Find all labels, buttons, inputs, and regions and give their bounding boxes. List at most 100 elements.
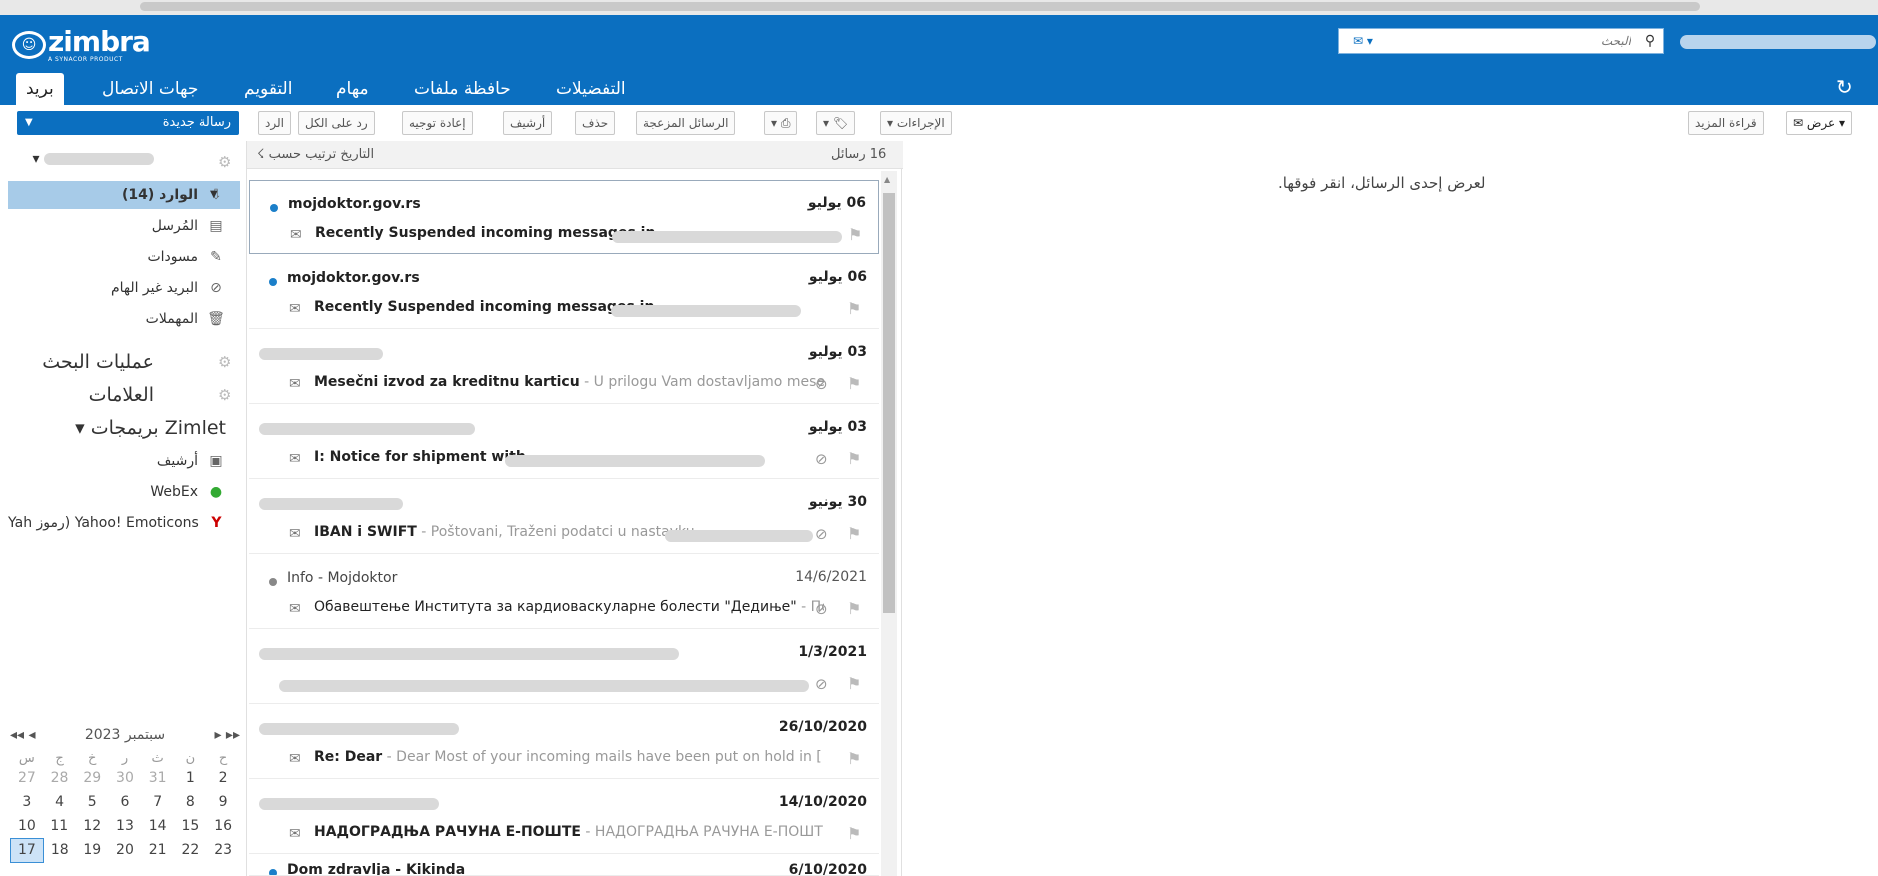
reply-button[interactable]: الرد xyxy=(258,111,291,135)
calendar-day[interactable]: 2 xyxy=(207,766,240,790)
search-input[interactable] xyxy=(1387,34,1637,48)
list-item[interactable]: 26/10/2020 ✉ Re: Dear - Dear Most of you… xyxy=(249,705,879,779)
user-name-redacted[interactable] xyxy=(1680,35,1876,49)
calendar-day[interactable]: 30 xyxy=(109,766,142,790)
scroll-up-icon[interactable]: ▲ xyxy=(884,175,890,184)
tab-calendar[interactable]: التقويم xyxy=(234,73,302,105)
list-item[interactable]: Dom zdravlja - Kikinda 6/10/2020 xyxy=(249,855,879,876)
chevron-down-icon[interactable]: ▼ xyxy=(25,111,33,135)
sidebar-item-yahoo-emoticons[interactable]: Y Yahoo! Emoticons (رموز Yah xyxy=(8,509,240,537)
read-more-button[interactable]: قراءة المزيد xyxy=(1688,111,1764,135)
tab-briefcase[interactable]: حافظة ملفات xyxy=(404,73,521,105)
list-item[interactable]: Info - Mojdoktor 14/6/2021 ✉ Обавештење … xyxy=(249,555,879,629)
calendar-day[interactable]: 9 xyxy=(207,790,240,814)
zimbra-logo[interactable]: ☺ zimbra A SYNACOR PRODUCT xyxy=(12,25,151,65)
calendar-day[interactable]: 23 xyxy=(207,838,240,862)
folders-section-header[interactable]: ▾ xyxy=(0,151,246,177)
flag-icon[interactable]: ⚑ xyxy=(847,524,861,543)
tab-contacts[interactable]: جهات الاتصال xyxy=(92,73,208,105)
chevron-down-icon[interactable]: ▼ xyxy=(210,181,218,209)
message-date: 03 يوليو xyxy=(808,344,867,360)
sidebar-item-sent[interactable]: ▤ المُرسل xyxy=(8,212,240,240)
sidebar-item-junk[interactable]: ⊘ البريد غير الهام xyxy=(8,274,240,302)
prev-year-button[interactable]: ◂◂ ◂ xyxy=(10,727,36,743)
tag-dropdown[interactable]: 🏷 ▾ xyxy=(816,111,856,135)
list-item[interactable]: 03 يوليو ✉ I: Notice for shipment with ⊘… xyxy=(249,405,879,479)
list-item[interactable]: mojdoktor.gov.rs 06 يوليو ✉ Recently Sus… xyxy=(249,180,879,254)
archive-button[interactable]: أرشيف xyxy=(503,111,553,135)
tags-section-header[interactable]: العلامات xyxy=(0,384,246,410)
calendar-day[interactable]: 18 xyxy=(43,838,76,862)
calendar-day[interactable]: 15 xyxy=(174,814,207,838)
calendar-day[interactable]: 3 xyxy=(11,790,44,814)
calendar-day[interactable]: 12 xyxy=(76,814,109,838)
sidebar-item-webex[interactable]: ● WebEx xyxy=(8,478,240,506)
gear-icon[interactable]: ⚙ xyxy=(218,353,231,371)
calendar-day[interactable]: 13 xyxy=(109,814,142,838)
sort-by-button[interactable]: التاريخ ترتيب حسب ☇ xyxy=(257,147,374,162)
searches-section-header[interactable]: عمليات البحث xyxy=(0,351,246,377)
print-dropdown[interactable]: ⎙ ▾ xyxy=(764,111,798,135)
calendar-day[interactable]: 1 xyxy=(174,766,207,790)
calendar-day[interactable]: 28 xyxy=(43,766,76,790)
sidebar-item-trash[interactable]: 🗑 المهملات xyxy=(8,305,240,333)
calendar-day[interactable]: 14 xyxy=(141,814,174,838)
flag-icon[interactable]: ⚑ xyxy=(847,674,861,693)
browser-scrollbar[interactable] xyxy=(140,2,1700,11)
calendar-day[interactable]: 16 xyxy=(207,814,240,838)
sidebar-item-inbox[interactable]: ⇩ الوارد (14) ▼ xyxy=(8,181,240,209)
calendar-day-today[interactable]: 17 xyxy=(10,837,44,863)
flag-icon[interactable]: ⚑ xyxy=(847,299,861,318)
delete-button[interactable]: حذف xyxy=(575,111,616,135)
calendar-day[interactable]: 31 xyxy=(141,766,174,790)
flag-icon[interactable]: ⚑ xyxy=(847,449,861,468)
actions-dropdown[interactable]: الإجراءات ▾ xyxy=(880,111,952,135)
calendar-day[interactable]: 10 xyxy=(11,814,44,838)
forward-button[interactable]: إعادة توجيه xyxy=(402,111,473,135)
zimlets-section-header[interactable]: Zimlet بريمجات ▾ xyxy=(0,417,246,443)
calendar-day[interactable]: 6 xyxy=(109,790,142,814)
calendar-day[interactable]: 4 xyxy=(43,790,76,814)
list-item[interactable]: mojdoktor.gov.rs 06 يوليو ✉ Recently Sus… xyxy=(249,255,879,329)
scrollbar-thumb[interactable] xyxy=(883,193,895,613)
calendar-day[interactable]: 5 xyxy=(76,790,109,814)
calendar-day[interactable]: 29 xyxy=(76,766,109,790)
search-type-dropdown[interactable]: ✉ ▾ xyxy=(1339,34,1387,48)
list-item[interactable]: 14/10/2020 ✉ НАДОГРАДЊА РАЧУНА Е-ПОШТЕ -… xyxy=(249,780,879,854)
calendar-day[interactable]: 27 xyxy=(11,766,44,790)
calendar-day[interactable]: 7 xyxy=(141,790,174,814)
flag-icon[interactable]: ⚑ xyxy=(847,749,861,768)
calendar-day[interactable]: 21 xyxy=(141,838,174,862)
spam-button[interactable]: الرسائل المزعجة xyxy=(636,111,736,135)
flag-icon[interactable]: ⚑ xyxy=(848,225,862,244)
flag-icon[interactable]: ⚑ xyxy=(847,599,861,618)
sidebar-item-archive[interactable]: ▣ أرشيف xyxy=(8,447,240,475)
refresh-icon[interactable]: ↻ xyxy=(1836,75,1853,99)
calendar-day[interactable]: 11 xyxy=(43,814,76,838)
gear-icon[interactable]: ⚙ xyxy=(218,386,231,404)
view-dropdown[interactable]: ▾ عرض ✉ xyxy=(1786,111,1853,135)
gear-icon[interactable]: ⚙ xyxy=(218,153,231,171)
calendar-day[interactable]: 20 xyxy=(109,838,142,862)
list-item[interactable]: 1/3/2021 ⊘ ⚑ xyxy=(249,630,879,704)
calendar-day[interactable]: 19 xyxy=(76,838,109,862)
new-message-button[interactable]: رسالة جديدة ▼ xyxy=(17,111,239,135)
next-year-button[interactable]: ▸ ▸▸ xyxy=(214,727,240,743)
list-scrollbar[interactable]: ▲ xyxy=(881,171,897,876)
list-item[interactable]: 03 يوليو ✉ Mesečni izvod za kreditnu kar… xyxy=(249,330,879,404)
sidebar-item-drafts[interactable]: ✎ مسودات xyxy=(8,243,240,271)
list-item[interactable]: 30 يونيو ✉ IBAN i SWIFT - Poštovani, Tra… xyxy=(249,480,879,554)
sidebar-item-label: مسودات xyxy=(147,249,198,265)
reading-pane-hint: لعرض إحدى الرسائل، انقر فوقها. xyxy=(1278,174,1486,192)
search-icon[interactable]: ⚲ xyxy=(1637,33,1663,49)
tab-mail[interactable]: بريد xyxy=(16,73,64,105)
flag-icon[interactable]: ⚑ xyxy=(847,374,861,393)
reply-all-button[interactable]: رد على الكل xyxy=(298,111,375,135)
message-date: 26/10/2020 xyxy=(778,719,867,735)
flag-icon[interactable]: ⚑ xyxy=(847,824,861,843)
tab-tasks[interactable]: مهام xyxy=(326,73,379,105)
calendar-day[interactable]: 22 xyxy=(174,838,207,862)
tab-preferences[interactable]: التفضيلات xyxy=(546,73,636,105)
calendar-day[interactable]: 8 xyxy=(174,790,207,814)
sort-direction-icon: ☇ xyxy=(257,147,265,162)
